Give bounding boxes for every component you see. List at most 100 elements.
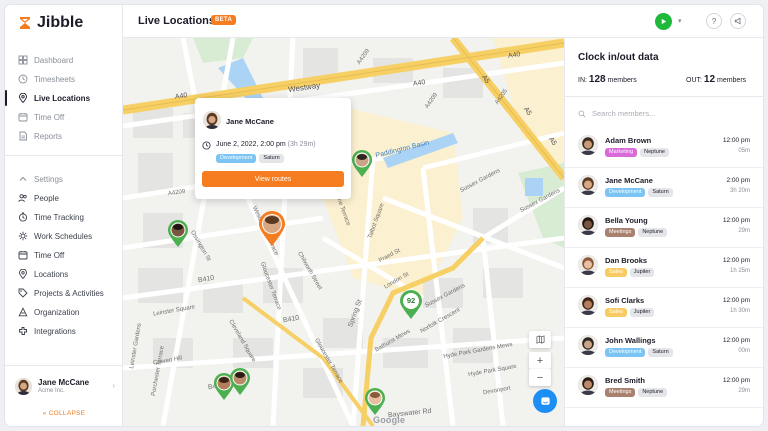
user-name: Jane McCane [38,378,90,387]
member-duration: 1h 25m [729,268,750,274]
clock-data-panel: Clock in/out data IN: 128 members OUT: 1… [564,38,763,426]
project-tag: Saturn [648,348,673,357]
live-locations-map[interactable]: Westway A40 A40 A40 A5 A5 A5 A4209 A4209… [123,38,564,426]
sidebar-item-organization[interactable]: Organization [5,303,123,321]
sidebar-item-label: Time Tracking [34,212,84,222]
popup-name: Jane McCane [226,117,274,126]
sidebar-item-label: Time Off [34,112,65,122]
sidebar-item-people[interactable]: People [5,189,123,207]
map-type-button[interactable] [529,331,551,348]
minus-icon: − [536,371,544,384]
sidebar-item-time-tracking[interactable]: Time Tracking [5,208,123,226]
sidebar-item-timesheets[interactable]: Timesheets [5,70,123,88]
chat-support-button[interactable] [533,389,557,413]
avatar [578,175,598,195]
work-schedules-icon [18,231,28,241]
sidebar-item-projects-activities[interactable]: Projects & Activities [5,284,123,302]
sidebar-item-integrations[interactable]: Integrations [5,322,123,340]
notifications-button[interactable] [730,13,746,29]
sidebar-divider [5,365,123,366]
sidebar-item-label: Live Locations [34,93,91,103]
member-row[interactable]: John Wallings Development Saturn 12:00 pm 00… [565,328,763,368]
activity-tag: Meetings [605,228,636,237]
member-row[interactable]: Dan Brooks Sales Jupiter 12:00 pm 1h 25m [565,248,763,288]
time-off-icon [18,113,28,122]
activity-tag: Meetings [605,388,636,397]
map-pin[interactable] [229,368,251,401]
map-pin[interactable] [167,220,189,253]
member-search[interactable]: Search members... [578,109,655,118]
project-tag: Neptune [638,388,668,397]
member-row[interactable]: Sofi Clarks Sales Jupiter 12:00 pm 1h 30m [565,288,763,328]
avatar [578,335,598,355]
help-button[interactable]: ? [706,13,722,29]
out-label: OUT: [686,77,702,84]
sidebar-item-dashboard[interactable]: Dashboard [5,51,123,69]
member-duration: 05m [738,148,750,154]
chevron-down-icon[interactable]: ▾ [678,17,682,25]
activity-tag: Development [605,188,646,197]
member-name: Jane McCane [605,176,653,185]
sidebar-item-label: Reports [34,131,63,141]
map-icon [536,335,544,344]
sidebar-item-work-schedules[interactable]: Work Schedules [5,227,123,245]
sidebar-item-reports[interactable]: Reports [5,127,123,145]
clock-in-button[interactable] [655,13,672,30]
top-header: Live Locations BETA ▾ ? [123,5,763,38]
chat-icon [540,396,550,405]
project-tag: Saturn [259,154,284,163]
avatar [578,295,598,315]
popup-tags: Development Saturn [216,154,284,163]
collapse-button[interactable]: « COLLAPSE [5,410,123,417]
brand-name: Jibble [37,14,84,31]
current-user[interactable]: Jane McCane Acme Inc. › [5,372,123,400]
out-members-word: members [716,77,747,84]
app-window: Jibble Dashboard Timesheets Live Locatio… [5,5,763,426]
chevron-up-icon [19,176,27,181]
zoom-out-button[interactable]: − [529,369,551,386]
sidebar-item-locations[interactable]: Locations [5,265,123,283]
search-input[interactable]: Search members... [592,109,655,118]
location-pin-icon [19,269,27,279]
member-row[interactable]: Bred Smith Meetings Neptune 12:00 pm 29m [565,368,763,408]
map-pin-selected[interactable] [258,211,286,252]
map-cluster-pin[interactable]: 92 [399,290,423,325]
sidebar-item-live-locations[interactable]: Live Locations [5,89,123,107]
avatar [578,255,598,275]
sidebar-item-label: Organization [34,307,80,317]
activity-tag: Development [605,348,646,357]
member-name: Adam Brown [605,136,652,145]
sidebar-item-time-off[interactable]: Time Off [5,108,123,126]
map-pin[interactable] [351,150,373,183]
member-row[interactable]: Bella Young Meetings Neptune 12:00 pm 29m [565,208,763,248]
avatar [578,375,598,395]
clock-icon [202,141,211,150]
view-routes-button[interactable]: View routes [202,171,344,187]
location-popup: Jane McCane June 2, 2022, 2:00 pm (3h 29… [195,98,351,199]
member-name: Bred Smith [605,376,646,385]
project-tag: Neptune [638,228,668,237]
people-icon [18,194,27,202]
member-duration: 29m [738,388,750,394]
sidebar-item-settings[interactable]: Settings [5,170,123,188]
sidebar-item-settings-time-off[interactable]: Time Off [5,246,123,264]
member-tags: Development Saturn [605,188,673,197]
member-clock-time: 12:00 pm [722,337,750,344]
reports-icon [19,131,27,141]
project-tag: Jupiter [629,268,655,277]
member-row[interactable]: Adam Brown Marketing Neptune 12:00 pm 05m [565,128,763,168]
logo[interactable]: Jibble [17,13,83,33]
member-name: Dan Brooks [605,256,648,265]
sidebar-divider [5,155,123,156]
sidebar-item-label: Work Schedules [34,231,93,241]
project-tag: Saturn [648,188,673,197]
zoom-in-button[interactable]: + [529,352,551,369]
member-row[interactable]: Jane McCane Development Saturn 2:00 pm 3h 20… [565,168,763,208]
cluster-count: 92 [406,296,416,305]
page-title: Live Locations [138,15,216,27]
in-label: IN: [578,77,587,84]
plus-icon: + [536,354,544,367]
sidebar-item-label: Time Off [34,250,65,260]
play-icon [661,18,667,25]
activity-tag: Sales [605,268,627,277]
